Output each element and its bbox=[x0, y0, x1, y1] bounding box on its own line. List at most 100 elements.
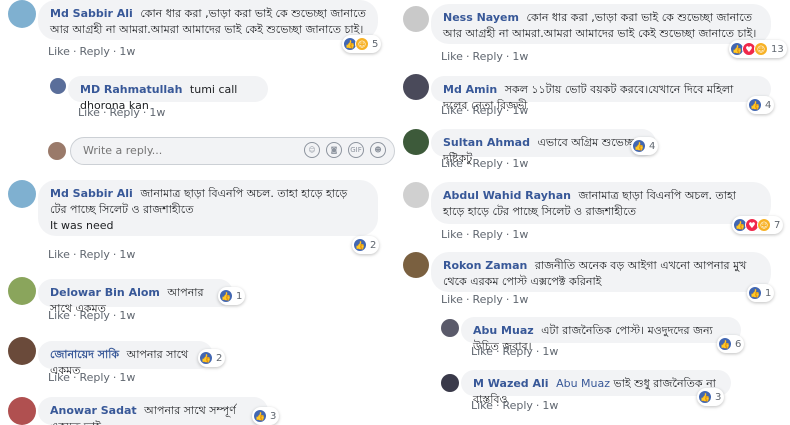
like-link[interactable]: Like bbox=[441, 50, 463, 63]
reply-link[interactable]: Reply bbox=[79, 371, 109, 384]
reaction-badge[interactable]: 👍 3 bbox=[252, 407, 280, 425]
gif-icon[interactable]: GIF bbox=[348, 142, 364, 158]
like-link[interactable]: Like bbox=[471, 399, 493, 412]
comment-author[interactable]: Md Sabbir Ali bbox=[50, 187, 133, 200]
timestamp[interactable]: 1w bbox=[119, 371, 135, 384]
reply-link[interactable]: Reply bbox=[79, 45, 109, 58]
like-link[interactable]: Like bbox=[78, 106, 100, 119]
timestamp[interactable]: 1w bbox=[119, 248, 135, 261]
reaction-badge[interactable]: 👍 ♥ ☺ 7 bbox=[732, 216, 784, 234]
comment-bubble: Delowar Bin Alom আপনার সাথে একমত bbox=[38, 279, 233, 315]
reply-link[interactable]: Reply bbox=[472, 50, 502, 63]
avatar[interactable] bbox=[8, 337, 36, 365]
reply-input-box[interactable]: ☺ ◙ GIF ☻ bbox=[70, 137, 395, 165]
sticker-icon[interactable]: ☻ bbox=[370, 142, 386, 158]
reaction-badge[interactable]: 👍 3 bbox=[697, 388, 725, 406]
comment-author[interactable]: Delowar Bin Alom bbox=[50, 286, 160, 299]
avatar[interactable] bbox=[403, 74, 429, 100]
avatar[interactable] bbox=[441, 319, 459, 337]
reply-link[interactable]: Reply bbox=[472, 293, 502, 306]
timestamp[interactable]: 1w bbox=[119, 309, 135, 322]
like-link[interactable]: Like bbox=[441, 104, 463, 117]
comment-author[interactable]: Md Sabbir Ali bbox=[50, 7, 133, 20]
comment-author[interactable]: MD Rahmatullah bbox=[80, 83, 182, 96]
like-link[interactable]: Like bbox=[48, 371, 70, 384]
reaction-count: 3 bbox=[715, 391, 722, 403]
reply-link[interactable]: Reply bbox=[79, 248, 109, 261]
reply-link[interactable]: Reply bbox=[109, 106, 139, 119]
like-icon: 👍 bbox=[698, 390, 712, 404]
comment: Md Sabbir Ali জানামাত্র ছাড়া বিএনপি অচল… bbox=[0, 178, 395, 263]
like-link[interactable]: Like bbox=[441, 157, 463, 170]
avatar[interactable] bbox=[403, 182, 429, 208]
like-link[interactable]: Like bbox=[471, 345, 493, 358]
emoji-icon[interactable]: ☺ bbox=[304, 142, 320, 158]
like-link[interactable]: Like bbox=[48, 45, 70, 58]
timestamp[interactable]: 1w bbox=[542, 345, 558, 358]
comment-author[interactable]: Anowar Sadat bbox=[50, 404, 137, 417]
avatar[interactable] bbox=[403, 129, 429, 155]
camera-icon[interactable]: ◙ bbox=[326, 142, 342, 158]
comment-bubble: Md Sabbir Ali কোন ধার করা ,ভাড়া করা ভাই… bbox=[38, 0, 378, 40]
reaction-badge[interactable]: 👍 ☺ 5 bbox=[342, 35, 382, 53]
timestamp[interactable]: 1w bbox=[512, 157, 528, 170]
reaction-count: 6 bbox=[735, 338, 742, 350]
avatar[interactable] bbox=[8, 397, 36, 425]
reply-link[interactable]: Reply bbox=[502, 399, 532, 412]
reply-link[interactable]: Reply bbox=[472, 157, 502, 170]
timestamp[interactable]: 1w bbox=[512, 228, 528, 241]
reaction-count: 3 bbox=[270, 410, 277, 422]
avatar[interactable] bbox=[50, 78, 66, 94]
avatar[interactable] bbox=[441, 374, 459, 392]
haha-icon: ☺ bbox=[754, 42, 768, 56]
comment-bubble: M Wazed Ali Abu Muaz ভাই শুধু রাজনৈতিক ন… bbox=[461, 370, 731, 406]
comment-author[interactable]: জোনায়েদ সাকি bbox=[50, 348, 119, 361]
comment-author[interactable]: Md Amin bbox=[443, 83, 497, 96]
reaction-badge[interactable]: 👍 4 bbox=[747, 96, 775, 114]
reaction-badge[interactable]: 👍 2 bbox=[198, 349, 226, 367]
comment-actions: Like · Reply · 1w bbox=[441, 50, 529, 63]
timestamp[interactable]: 1w bbox=[119, 45, 135, 58]
comment-author[interactable]: Sultan Ahmad bbox=[443, 136, 530, 149]
reaction-count: 2 bbox=[370, 239, 377, 251]
reaction-badge[interactable]: 👍 2 bbox=[352, 236, 380, 254]
comment-bubble: Md Amin সকল ১১টায় ভোট বয়কট করবে।যেখানে… bbox=[431, 76, 771, 112]
reply-input[interactable] bbox=[83, 144, 263, 157]
reply-link[interactable]: Reply bbox=[472, 104, 502, 117]
comment-author[interactable]: Abdul Wahid Rayhan bbox=[443, 189, 571, 202]
reaction-count: 5 bbox=[372, 38, 379, 50]
reaction-badge[interactable]: 👍 ♥ ☺ 13 bbox=[729, 40, 787, 58]
timestamp[interactable]: 1w bbox=[512, 50, 528, 63]
reply-link[interactable]: Reply bbox=[502, 345, 532, 358]
comment-text-line2: It was need bbox=[50, 219, 114, 232]
reply-link[interactable]: Reply bbox=[472, 228, 502, 241]
reaction-badge[interactable]: 👍 1 bbox=[218, 287, 246, 305]
timestamp[interactable]: 1w bbox=[512, 293, 528, 306]
like-link[interactable]: Like bbox=[441, 228, 463, 241]
avatar[interactable] bbox=[8, 277, 36, 305]
avatar[interactable] bbox=[403, 252, 429, 278]
timestamp[interactable]: 1w bbox=[542, 399, 558, 412]
avatar[interactable] bbox=[8, 0, 36, 28]
like-link[interactable]: Like bbox=[48, 309, 70, 322]
reaction-badge[interactable]: 👍 1 bbox=[747, 284, 775, 302]
comment-author[interactable]: M Wazed Ali bbox=[473, 377, 549, 390]
reply-link[interactable]: Reply bbox=[79, 309, 109, 322]
comment-actions: Like · Reply · 1w bbox=[48, 309, 136, 322]
comment-actions: Like · Reply · 1w bbox=[441, 104, 529, 117]
like-link[interactable]: Like bbox=[441, 293, 463, 306]
comment-author[interactable]: Abu Muaz bbox=[473, 324, 534, 337]
comment-bubble: Abdul Wahid Rayhan জানামাত্র ছাড়া বিএনপ… bbox=[431, 182, 771, 224]
timestamp[interactable]: 1w bbox=[512, 104, 528, 117]
avatar[interactable] bbox=[8, 180, 36, 208]
like-icon: 👍 bbox=[632, 139, 646, 153]
reaction-badge[interactable]: 👍 4 bbox=[631, 137, 659, 155]
comment-author[interactable]: Ness Nayem bbox=[443, 11, 519, 24]
like-icon: 👍 bbox=[748, 98, 762, 112]
comment-author[interactable]: Rokon Zaman bbox=[443, 259, 527, 272]
timestamp[interactable]: 1w bbox=[149, 106, 165, 119]
avatar[interactable] bbox=[403, 6, 429, 32]
mention-tag[interactable]: Abu Muaz bbox=[556, 377, 610, 390]
like-link[interactable]: Like bbox=[48, 248, 70, 261]
reaction-badge[interactable]: 👍 6 bbox=[717, 335, 745, 353]
